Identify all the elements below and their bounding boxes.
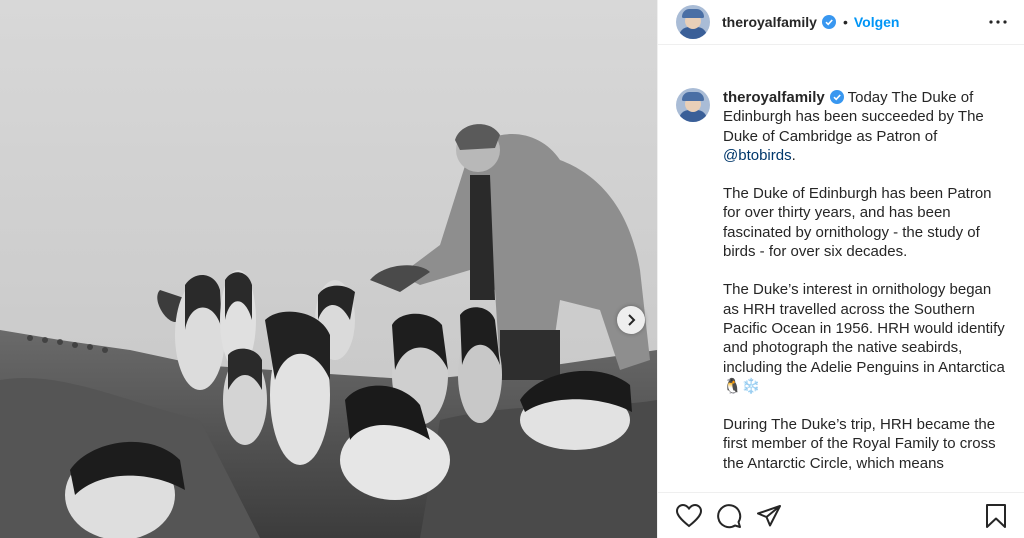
- follow-button[interactable]: Volgen: [854, 14, 900, 30]
- next-photo-button[interactable]: [617, 306, 645, 334]
- more-options-button[interactable]: [986, 10, 1010, 34]
- more-horizontal-icon: [989, 20, 1007, 24]
- caption-period: .: [791, 146, 796, 164]
- separator-dot: •: [842, 14, 848, 30]
- caption-text: theroyalfamily Today The Duke of Edinbur…: [723, 88, 1009, 473]
- caption-avatar[interactable]: [676, 88, 710, 122]
- post-actions-bar: [658, 492, 1024, 538]
- share-icon: [757, 504, 781, 526]
- mention-link[interactable]: @btobirds: [723, 147, 792, 164]
- heart-icon: [676, 503, 702, 527]
- post-caption: theroyalfamily Today The Duke of Edinbur…: [658, 88, 1024, 473]
- caption-username-link[interactable]: theroyalfamily: [723, 89, 825, 106]
- post-header: theroyalfamily • Volgen: [658, 0, 1024, 45]
- share-button[interactable]: [754, 501, 784, 531]
- avatar[interactable]: [676, 5, 710, 39]
- post-photo[interactable]: [0, 0, 657, 538]
- like-button[interactable]: [674, 501, 704, 531]
- chevron-right-icon: [628, 314, 636, 326]
- verified-badge-icon: [829, 90, 844, 104]
- caption-paragraph-3: The Duke’s interest in ornithology began…: [723, 281, 1005, 395]
- caption-paragraph-4: During The Duke’s trip, HRH became the f…: [723, 416, 996, 472]
- caption-paragraph-2: The Duke of Edinburgh has been Patron fo…: [723, 185, 992, 261]
- comment-button[interactable]: [714, 501, 744, 531]
- username-link[interactable]: theroyalfamily: [722, 14, 817, 30]
- comment-icon: [717, 503, 742, 528]
- save-button[interactable]: [981, 501, 1011, 531]
- verified-badge-icon: [821, 15, 836, 29]
- post-sidebar: theroyalfamily • Volgen theroyalfamily T…: [657, 0, 1024, 538]
- penguin-photo-image: [0, 0, 657, 538]
- bookmark-icon: [986, 503, 1006, 528]
- post-modal: theroyalfamily • Volgen theroyalfamily T…: [0, 0, 1024, 538]
